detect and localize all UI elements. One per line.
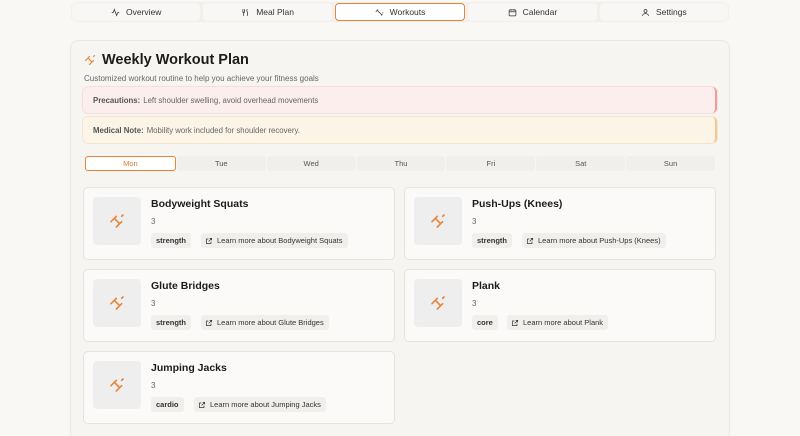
precautions-text: Left shoulder swelling, avoid overhead m…	[143, 95, 319, 105]
learn-more-label: Learn more about Glute Bridges	[217, 318, 324, 327]
calendar-icon	[508, 8, 516, 16]
exercise-sets: 3	[472, 217, 477, 226]
activity-icon	[111, 7, 120, 17]
tab-workouts[interactable]: Workouts	[334, 3, 466, 21]
exercise-card: Plank 3 core Learn more about Plank	[404, 269, 716, 342]
external-link-icon	[205, 237, 213, 244]
medical-note-label: Medical Note:	[93, 125, 144, 135]
medical-note-alert: Medical Note: Mobility work included for…	[83, 117, 717, 143]
tab-label: Calendar	[522, 7, 558, 17]
external-link-icon	[198, 401, 206, 408]
dumbbell-icon	[431, 296, 445, 310]
tab-label: Overview	[125, 7, 162, 17]
exercise-name: Glute Bridges	[151, 280, 220, 292]
precautions-alert: Precautions: Left shoulder swelling, avo…	[83, 87, 717, 113]
day-tab-wed[interactable]: Wed	[266, 156, 356, 171]
tab-meal-plan[interactable]: Meal Plan	[203, 3, 332, 21]
category-badge: core	[472, 315, 498, 330]
page-title: Weekly Workout Plan	[102, 52, 249, 68]
page-subtitle: Customized workout routine to help you a…	[84, 74, 319, 83]
medical-note-text: Mobility work included for shoulder reco…	[146, 125, 300, 135]
exercise-thumbnail	[93, 279, 141, 327]
exercise-name: Plank	[472, 280, 501, 292]
exercise-thumbnail	[414, 279, 462, 327]
learn-more-link[interactable]: Learn more about Glute Bridges	[201, 315, 329, 330]
tab-overview[interactable]: Overview	[72, 3, 201, 21]
exercise-name: Jumping Jacks	[151, 362, 227, 374]
tab-label: Settings	[655, 7, 687, 17]
day-tab-thu[interactable]: Thu	[356, 156, 446, 171]
day-tab-fri[interactable]: Fri	[446, 156, 536, 171]
exercise-card: Jumping Jacks 3 cardio Learn more about …	[83, 351, 395, 424]
learn-more-label: Learn more about Plank	[523, 318, 604, 327]
exercise-card: Push-Ups (Knees) 3 strength Learn more a…	[404, 187, 716, 260]
external-link-icon	[511, 319, 519, 326]
exercise-name: Push-Ups (Knees)	[472, 198, 563, 210]
utensils-icon	[242, 8, 248, 16]
exercise-card: Glute Bridges 3 strength Learn more abou…	[83, 269, 395, 342]
learn-more-link[interactable]: Learn more about Plank	[507, 315, 609, 330]
top-nav: Overview Meal Plan Workouts Calendar Set…	[71, 2, 729, 22]
day-tab-tue[interactable]: Tue	[176, 156, 266, 171]
external-link-icon	[205, 319, 213, 326]
exercise-thumbnail	[93, 361, 141, 409]
dumbbell-icon	[431, 214, 445, 228]
dumbbell-icon	[375, 8, 384, 16]
dumbbell-icon	[110, 378, 124, 392]
tab-settings[interactable]: Settings	[599, 3, 729, 21]
precautions-label: Precautions:	[93, 95, 141, 105]
dumbbell-icon	[110, 296, 124, 310]
tab-calendar[interactable]: Calendar	[468, 3, 597, 21]
day-selector: Mon Tue Wed Thu Fri Sat Sun	[85, 156, 716, 171]
exercise-thumbnail	[93, 197, 141, 245]
external-link-icon	[526, 237, 534, 244]
learn-more-link[interactable]: Learn more about Push-Ups (Knees)	[522, 233, 666, 248]
learn-more-link[interactable]: Learn more about Bodyweight Squats	[201, 233, 348, 248]
category-badge: strength	[472, 233, 512, 248]
day-tab-mon[interactable]: Mon	[85, 156, 176, 171]
exercise-card: Bodyweight Squats 3 strength Learn more …	[83, 187, 395, 260]
exercise-thumbnail	[414, 197, 462, 245]
user-icon	[642, 8, 649, 16]
day-tab-sun[interactable]: Sun	[626, 156, 716, 171]
tab-label: Meal Plan	[256, 7, 295, 17]
learn-more-label: Learn more about Bodyweight Squats	[217, 236, 343, 245]
dumbbell-icon	[110, 214, 124, 228]
dumbbell-icon	[84, 54, 96, 66]
workout-panel: Weekly Workout Plan Customized workout r…	[70, 40, 730, 436]
learn-more-label: Learn more about Push-Ups (Knees)	[538, 236, 661, 245]
exercise-sets: 3	[151, 381, 156, 390]
exercise-sets: 3	[472, 299, 477, 308]
category-badge: cardio	[151, 397, 184, 412]
exercise-sets: 3	[151, 299, 156, 308]
tab-label: Workouts	[389, 7, 426, 17]
category-badge: strength	[151, 315, 191, 330]
exercise-name: Bodyweight Squats	[151, 198, 249, 210]
exercise-sets: 3	[151, 217, 156, 226]
title-row: Weekly Workout Plan	[84, 52, 249, 68]
learn-more-link[interactable]: Learn more about Jumping Jacks	[194, 397, 326, 412]
learn-more-label: Learn more about Jumping Jacks	[210, 400, 321, 409]
category-badge: strength	[151, 233, 191, 248]
day-tab-sat[interactable]: Sat	[536, 156, 626, 171]
